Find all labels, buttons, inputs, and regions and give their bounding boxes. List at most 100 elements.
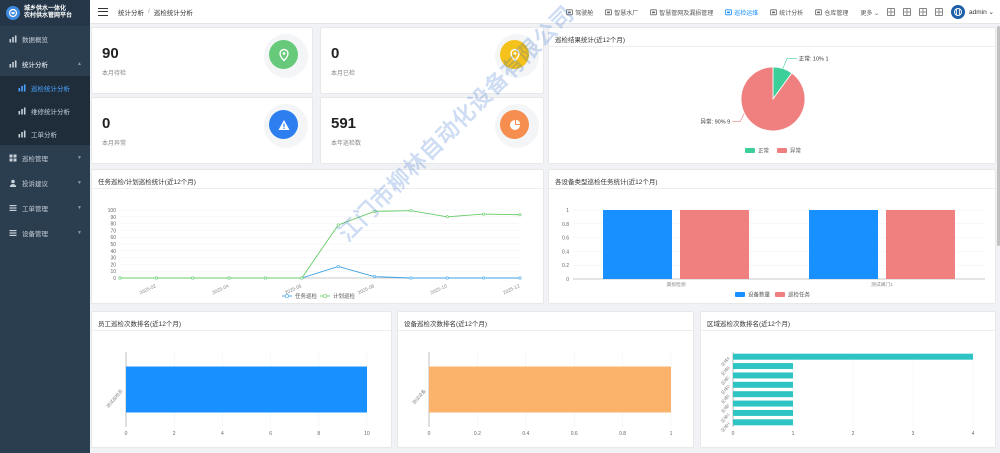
- x-tick-label: 2: [852, 431, 855, 437]
- bar[interactable]: [733, 419, 793, 426]
- legend-swatch[interactable]: [775, 292, 785, 297]
- line-point[interactable]: [373, 275, 377, 279]
- topnav-label: 统计分析: [779, 10, 804, 17]
- grid-icon: [9, 154, 17, 162]
- sidebar-item-0[interactable]: 数据概览: [0, 26, 90, 51]
- sidebar-item-1[interactable]: 统计分析 ▲: [0, 51, 90, 76]
- line-point[interactable]: [118, 276, 122, 280]
- x-tick-label: 0: [125, 431, 128, 437]
- sidebar-item-2[interactable]: 巡检统计分析: [0, 76, 90, 99]
- card-title: 设备巡检次数排名(近12个月): [404, 321, 488, 328]
- x-tick-label: 2025-12: [502, 283, 521, 296]
- line-point[interactable]: [518, 213, 522, 217]
- topnav-item-6[interactable]: 更多 ⌄: [860, 8, 879, 17]
- stat-label: 本月已检: [331, 71, 356, 77]
- y-tick-label: 0.6: [562, 236, 569, 242]
- topnav-item-0[interactable]: 驾驶舱: [566, 8, 593, 17]
- sidebar-item-8[interactable]: 设备管理 ▼: [0, 220, 90, 245]
- fullscreen-icon[interactable]: [919, 8, 927, 16]
- card-title: 巡检结果统计(近12个月): [555, 37, 626, 44]
- y-tick-label: 80: [110, 222, 116, 228]
- y-tick-label: 1: [566, 208, 569, 214]
- warning-icon: [269, 110, 298, 139]
- bar[interactable]: [429, 366, 671, 413]
- legend-marker: [284, 293, 290, 299]
- hamburger-menu-icon[interactable]: [98, 7, 108, 16]
- topnav-item-5[interactable]: 仓库管理: [815, 8, 848, 17]
- legend-swatch[interactable]: [735, 292, 745, 297]
- bar[interactable]: [733, 409, 793, 416]
- pie-chart-card: 巡检结果统计(近12个月) 正常: 10% 1 异常: 90% 9 正常 异常: [548, 27, 996, 164]
- x-tick-label: 测试阀门1: [871, 281, 893, 288]
- bar[interactable]: [126, 366, 367, 413]
- sidebar-item-5[interactable]: 巡检管理 ▼: [0, 145, 90, 170]
- brand[interactable]: 城乡供水一体化 农村供水管网平台: [0, 0, 90, 26]
- bar[interactable]: [733, 353, 973, 360]
- grid-view-icon[interactable]: [903, 8, 911, 16]
- line-point[interactable]: [409, 209, 413, 213]
- bar-设备数量[interactable]: [603, 210, 672, 279]
- sidebar-item-label: 工单分析: [31, 131, 57, 139]
- line-point[interactable]: [445, 276, 449, 280]
- line-point[interactable]: [227, 276, 231, 280]
- sidebar-item-7[interactable]: 工单管理 ▼: [0, 195, 90, 220]
- y-tick-label: 100: [108, 208, 117, 214]
- line-point[interactable]: [445, 215, 449, 219]
- bar-设备数量[interactable]: [809, 210, 878, 279]
- bar-巡检任务[interactable]: [680, 210, 749, 279]
- line-point[interactable]: [191, 276, 195, 280]
- line-point[interactable]: [336, 223, 340, 227]
- line-point[interactable]: [263, 276, 267, 280]
- topnav-label: 仓库管理: [824, 10, 849, 17]
- topnav-item-1[interactable]: 智慧水厂: [605, 8, 638, 17]
- screen-layout-icon[interactable]: [887, 8, 895, 16]
- sidebar-menu: 数据概览 统计分析 ▲ 巡检统计分析 维修统计分析 工单分析 巡检管理 ▼ 投诉建议 ▼ 工单管理 ▼…: [0, 26, 90, 245]
- line-point[interactable]: [409, 276, 413, 280]
- pie-slice-异常[interactable]: [740, 66, 806, 132]
- bar[interactable]: [733, 400, 793, 407]
- device-ranking-card: 设备巡检次数排名(近12个月) 0 0.2 0.4 0.6 0.8 1 测试设备: [397, 311, 694, 448]
- x-tick-label: 2025-08: [357, 283, 376, 296]
- chevron-down-icon: ▼: [77, 229, 82, 236]
- line-point[interactable]: [482, 212, 486, 216]
- legend-swatch[interactable]: [777, 148, 787, 153]
- y-tick-label: 10: [110, 269, 116, 275]
- bar-icon: [18, 107, 26, 115]
- line-point[interactable]: [154, 276, 158, 280]
- user-menu[interactable]: admin ⌄: [951, 5, 994, 19]
- region-ranking-chart: 0 1 2 3 4区域A区域B区域C区域D区域E区域F区域G区域H: [719, 352, 975, 437]
- sidebar-item-3[interactable]: 维修统计分析: [0, 99, 90, 122]
- line-point[interactable]: [518, 276, 522, 280]
- legend-label: 正常: [758, 147, 770, 155]
- x-tick-label: 0: [428, 431, 431, 437]
- card-title: 任务巡检/计划巡检统计(近12个月): [98, 179, 196, 186]
- topnav-item-3[interactable]: 巡检运维: [725, 8, 758, 17]
- line-series-任务巡检[interactable]: [120, 265, 520, 279]
- card-title: 区域巡检次数排名(近12个月): [707, 321, 791, 328]
- line-series-计划巡检[interactable]: [120, 210, 521, 279]
- y-tick-label: 90: [110, 215, 116, 221]
- line-point[interactable]: [300, 276, 304, 280]
- topnav-item-2[interactable]: 智慧管网及漏损管理: [650, 8, 713, 17]
- line-point[interactable]: [482, 276, 486, 280]
- bar[interactable]: [733, 363, 793, 370]
- sidebar-item-4[interactable]: 工单分析: [0, 122, 90, 145]
- topnav-item-4[interactable]: 统计分析: [770, 8, 803, 17]
- card-title: 员工巡检次数排名(近12个月): [98, 321, 182, 328]
- stat-card-pending: 90 本月待检: [91, 27, 313, 94]
- breadcrumb-level1[interactable]: 统计分析: [118, 7, 144, 17]
- bar[interactable]: [733, 381, 793, 388]
- settings-icon[interactable]: [935, 8, 943, 16]
- sidebar-item-label: 工单管理: [22, 205, 48, 213]
- y-tick-label: 测试设备: [411, 387, 428, 406]
- legend-swatch[interactable]: [745, 148, 755, 153]
- x-tick-label: 10: [364, 431, 370, 437]
- sidebar-item-6[interactable]: 投诉建议 ▼: [0, 170, 90, 195]
- x-tick-label: 8: [317, 431, 320, 437]
- bar[interactable]: [733, 372, 793, 379]
- line-point[interactable]: [336, 264, 340, 268]
- bar[interactable]: [733, 391, 793, 398]
- bar-icon: [18, 84, 26, 92]
- line-point[interactable]: [373, 209, 377, 213]
- bar-巡检任务[interactable]: [886, 210, 955, 279]
